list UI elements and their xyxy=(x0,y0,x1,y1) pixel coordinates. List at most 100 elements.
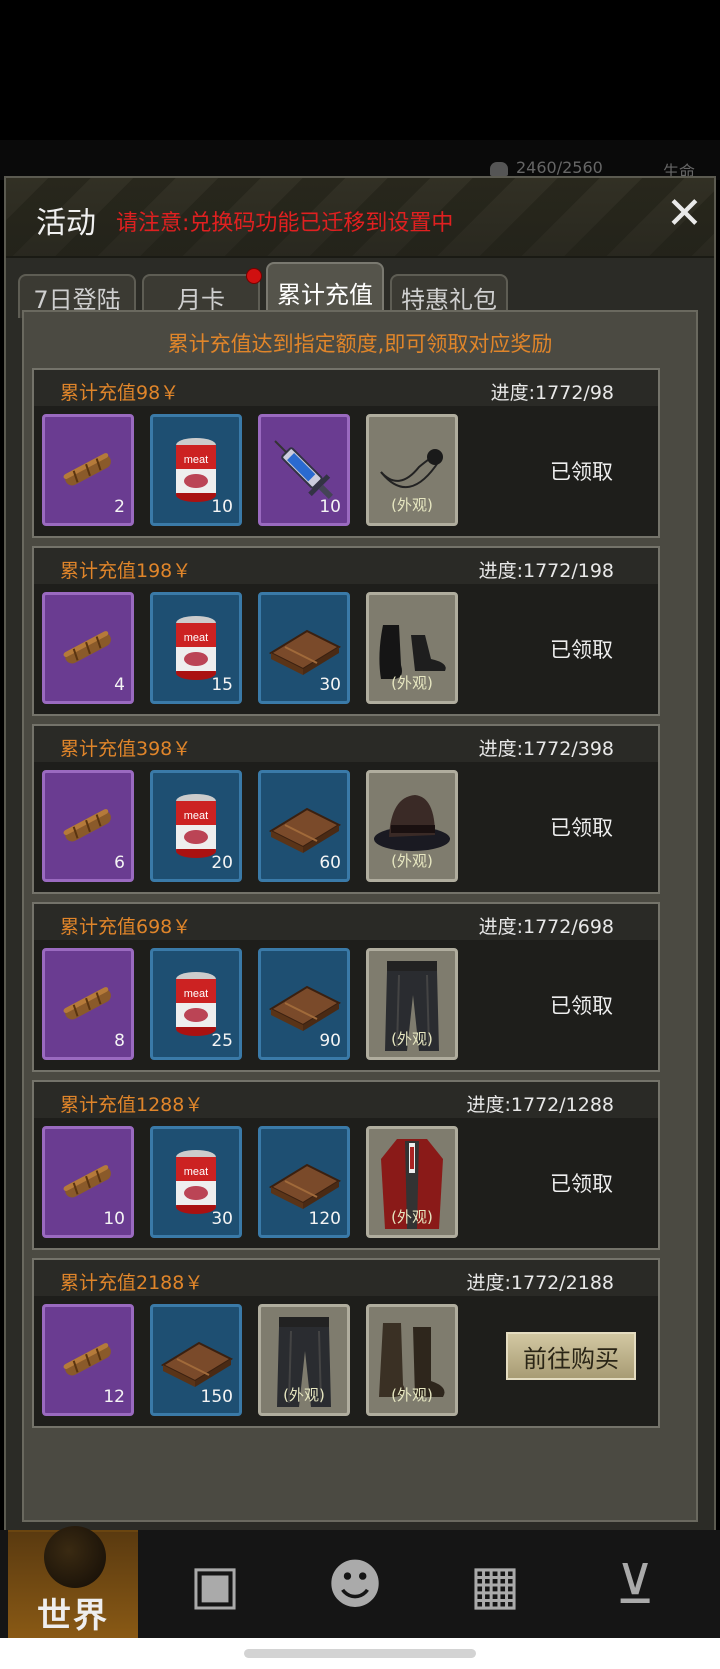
reward-item[interactable]: meat 30 xyxy=(150,1126,242,1238)
reward-item[interactable]: (外观) xyxy=(366,1126,458,1238)
backpack-icon: ▣ xyxy=(189,1552,241,1616)
reward-item[interactable]: 10 xyxy=(42,1126,134,1238)
row-progress: 进度:1772/98 xyxy=(490,382,614,404)
row-progress: 进度:1772/198 xyxy=(478,560,614,582)
item-quantity: 12 xyxy=(103,1387,125,1407)
item-quantity: 10 xyxy=(319,497,341,517)
item-quantity: 25 xyxy=(211,1031,233,1051)
head-icon: ☻ xyxy=(326,1552,384,1616)
row-threshold: 累计充值198￥ xyxy=(60,560,192,582)
hud-bar xyxy=(0,140,720,180)
item-quantity: 150 xyxy=(200,1387,233,1407)
claimed-status: 已领取 xyxy=(550,994,613,1018)
row-progress: 进度:1772/398 xyxy=(478,738,614,760)
tab-bar: 7日登陆 月卡 累计充值 特惠礼包 xyxy=(18,260,718,320)
row-threshold: 累计充值98￥ xyxy=(60,382,180,404)
reward-item[interactable]: 12 xyxy=(42,1304,134,1416)
heart-icon xyxy=(490,161,508,176)
reward-item[interactable]: 60 xyxy=(258,770,350,882)
notification-dot-icon xyxy=(246,268,262,284)
notice-text: 请注意:兑换码功能已迁移到设置中 xyxy=(116,211,454,236)
row-threshold: 累计充值1288￥ xyxy=(60,1094,204,1116)
reward-item[interactable]: (外观) xyxy=(366,948,458,1060)
row-progress: 进度:1772/698 xyxy=(478,916,614,938)
row-threshold: 累计充值398￥ xyxy=(60,738,192,760)
reward-item[interactable]: 90 xyxy=(258,948,350,1060)
tab-label: 累计充值 xyxy=(277,280,373,309)
reward-item[interactable]: meat 20 xyxy=(150,770,242,882)
svg-text:meat: meat xyxy=(184,1166,208,1178)
reward-item[interactable]: meat 15 xyxy=(150,592,242,704)
globe-icon xyxy=(44,1526,106,1588)
go-buy-button[interactable]: 前往购买 xyxy=(506,1332,636,1380)
item-quantity: 15 xyxy=(211,675,233,695)
reward-item[interactable]: (外观) xyxy=(366,770,458,882)
cosmetic-label: (外观) xyxy=(391,1208,433,1226)
nav-label: 世界 xyxy=(37,1595,109,1636)
item-quantity: 10 xyxy=(211,497,233,517)
reward-item[interactable]: (外观) xyxy=(366,592,458,704)
item-quantity: 4 xyxy=(114,675,125,695)
reward-row: 累计充值398￥ 进度:1772/398 6 meat 20 60 (外观) 已领取 xyxy=(32,724,660,894)
reward-item[interactable]: (外观) xyxy=(366,414,458,526)
svg-text:meat: meat xyxy=(184,454,208,466)
bottom-nav: 世界 ▣ ☻ ▦ ⊻ xyxy=(0,1526,720,1640)
svg-text:meat: meat xyxy=(184,632,208,644)
reward-item[interactable]: 10 xyxy=(258,414,350,526)
reward-row: 累计充值1288￥ 进度:1772/1288 10 meat 30 120 (外观) 已领取 xyxy=(32,1080,660,1250)
cosmetic-label: (外观) xyxy=(283,1386,325,1404)
reward-item[interactable]: 30 xyxy=(258,592,350,704)
cosmetic-label: (外观) xyxy=(391,852,433,870)
calculator-icon: ▦ xyxy=(469,1552,521,1616)
reward-item[interactable]: 120 xyxy=(258,1126,350,1238)
home-indicator[interactable] xyxy=(244,1649,476,1658)
item-quantity: 10 xyxy=(103,1209,125,1229)
item-quantity: 60 xyxy=(319,853,341,873)
nav-item-2[interactable]: ▣ xyxy=(150,1530,280,1638)
reward-item[interactable]: (外观) xyxy=(258,1304,350,1416)
nav-item-4[interactable]: ▦ xyxy=(430,1530,560,1638)
item-quantity: 2 xyxy=(114,497,125,517)
dialog-title: 活动 xyxy=(36,206,96,241)
item-quantity: 6 xyxy=(114,853,125,873)
reward-item[interactable]: 8 xyxy=(42,948,134,1060)
hud-hp-text: 2460/2560 xyxy=(516,158,603,177)
panel-description: 累计充值达到指定额度,即可领取对应奖励 xyxy=(167,332,553,356)
cart-icon: ⊻ xyxy=(615,1552,655,1616)
reward-item[interactable]: 6 xyxy=(42,770,134,882)
recharge-panel: 累计充值达到指定额度,即可领取对应奖励 累计充值98￥ 进度:1772/98 2 me… xyxy=(22,310,698,1522)
reward-item[interactable]: meat 25 xyxy=(150,948,242,1060)
reward-item[interactable]: (外观) xyxy=(366,1304,458,1416)
svg-text:meat: meat xyxy=(184,810,208,822)
item-quantity: 30 xyxy=(319,675,341,695)
reward-row: 累计充值198￥ 进度:1772/198 4 meat 15 30 (外观) 已领取 xyxy=(32,546,660,716)
item-quantity: 8 xyxy=(114,1031,125,1051)
row-threshold: 累计充值2188￥ xyxy=(60,1272,204,1294)
cosmetic-label: (外观) xyxy=(391,496,433,514)
cosmetic-label: (外观) xyxy=(391,674,433,692)
reward-item[interactable]: 2 xyxy=(42,414,134,526)
item-quantity: 90 xyxy=(319,1031,341,1051)
item-quantity: 30 xyxy=(211,1209,233,1229)
nav-item-5[interactable]: ⊻ xyxy=(570,1530,700,1638)
item-quantity: 20 xyxy=(211,853,233,873)
row-progress: 进度:1772/1288 xyxy=(466,1094,614,1116)
reward-item[interactable]: 150 xyxy=(150,1304,242,1416)
reward-row: 累计充值698￥ 进度:1772/698 8 meat 25 90 (外观) 已领取 xyxy=(32,902,660,1072)
row-progress: 进度:1772/2188 xyxy=(466,1272,614,1294)
reward-list[interactable]: 累计充值98￥ 进度:1772/98 2 meat 10 10 (外观) 已领取 累计充值198… xyxy=(32,368,692,1436)
reward-row: 累计充值98￥ 进度:1772/98 2 meat 10 10 (外观) 已领取 xyxy=(32,368,660,538)
hud-hp: 2460/2560 xyxy=(490,158,603,177)
reward-item[interactable]: 4 xyxy=(42,592,134,704)
claimed-status: 已领取 xyxy=(550,460,613,484)
cosmetic-label: (外观) xyxy=(391,1386,433,1404)
reward-item[interactable]: meat 10 xyxy=(150,414,242,526)
claimed-status: 已领取 xyxy=(550,816,613,840)
claimed-status: 已领取 xyxy=(550,1172,613,1196)
close-icon[interactable]: ✕ xyxy=(666,192,703,236)
reward-row: 累计充值2188￥ 进度:1772/2188 12 150 (外观) (外观) 前往购买 xyxy=(32,1258,660,1428)
cosmetic-label: (外观) xyxy=(391,1030,433,1048)
row-threshold: 累计充值698￥ xyxy=(60,916,192,938)
nav-item-1[interactable]: 世界 xyxy=(8,1526,138,1640)
nav-item-3[interactable]: ☻ xyxy=(290,1530,420,1638)
